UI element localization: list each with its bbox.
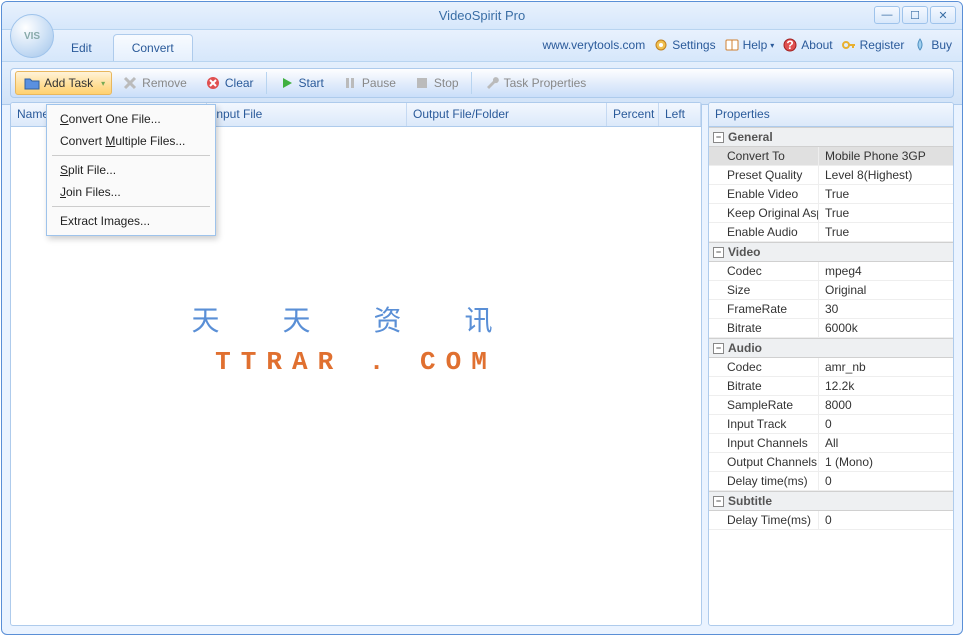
prop-audio-input-track[interactable]: Input Track0 [709, 415, 953, 434]
wrench-icon [484, 75, 500, 91]
col-input[interactable]: Input File [207, 103, 407, 126]
prop-keep-aspect[interactable]: Keep Original AspTrue [709, 204, 953, 223]
separator [471, 72, 472, 94]
properties-header: Properties [709, 103, 953, 127]
prop-enable-video[interactable]: Enable VideoTrue [709, 185, 953, 204]
maximize-button[interactable]: ☐ [902, 6, 928, 24]
close-button[interactable]: ✕ [930, 6, 956, 24]
toolbar: Add Task ▾ Remove Clear Start Pause [10, 68, 954, 98]
tab-convert[interactable]: Convert [113, 34, 193, 61]
x-icon [122, 75, 138, 91]
key-icon [841, 37, 857, 53]
col-output[interactable]: Output File/Folder [407, 103, 607, 126]
menu-split-file[interactable]: Split File... [50, 159, 212, 181]
folder-icon [24, 75, 40, 91]
app-orb-button[interactable]: VIS [10, 14, 54, 58]
collapse-icon[interactable]: − [713, 132, 724, 143]
drop-icon [912, 37, 928, 53]
clear-button[interactable]: Clear [197, 72, 262, 94]
separator [266, 72, 267, 94]
toolbar-area: Add Task ▾ Remove Clear Start Pause [2, 62, 962, 105]
col-left[interactable]: Left [659, 103, 701, 126]
remove-button[interactable]: Remove [114, 72, 195, 94]
task-properties-button[interactable]: Task Properties [476, 72, 595, 94]
minimize-button[interactable]: — [874, 6, 900, 24]
prop-video-framerate[interactable]: FrameRate30 [709, 300, 953, 319]
stop-icon [414, 75, 430, 91]
prop-video-size[interactable]: SizeOriginal [709, 281, 953, 300]
prop-audio-bitrate[interactable]: Bitrate12.2k [709, 377, 953, 396]
collapse-icon[interactable]: − [713, 496, 724, 507]
menu-join-files[interactable]: Join Files... [50, 181, 212, 203]
group-video[interactable]: −Video [709, 242, 953, 262]
prop-video-bitrate[interactable]: Bitrate6000k [709, 319, 953, 338]
clear-icon [205, 75, 221, 91]
collapse-icon[interactable]: − [713, 247, 724, 258]
prop-subtitle-delay[interactable]: Delay Time(ms)0 [709, 511, 953, 530]
watermark: 天 天 资 讯 TTRAR . COM [191, 299, 520, 377]
chevron-down-icon: ▾ [101, 79, 105, 88]
link-register[interactable]: Register [841, 37, 905, 53]
ribbon-tabs: VIS Edit Convert www.verytools.com Setti… [2, 30, 962, 62]
link-settings[interactable]: Settings [653, 37, 715, 53]
menu-convert-multiple[interactable]: Convert Multiple Files... [50, 130, 212, 152]
prop-enable-audio[interactable]: Enable AudioTrue [709, 223, 953, 242]
svg-text:?: ? [787, 38, 794, 52]
separator [52, 155, 210, 156]
prop-audio-codec[interactable]: Codecamr_nb [709, 358, 953, 377]
link-website[interactable]: www.verytools.com [543, 38, 646, 52]
stop-button[interactable]: Stop [406, 72, 467, 94]
properties-pane: Properties −General Convert ToMobile Pho… [708, 102, 954, 626]
link-about[interactable]: ? About [782, 37, 832, 53]
add-task-button[interactable]: Add Task ▾ [15, 71, 112, 95]
group-general[interactable]: −General [709, 127, 953, 147]
add-task-menu: Convert One File... Convert Multiple Fil… [46, 104, 216, 236]
prop-audio-input-channels[interactable]: Input ChannelsAll [709, 434, 953, 453]
prop-audio-delay[interactable]: Delay time(ms)0 [709, 472, 953, 491]
link-buy[interactable]: Buy [912, 37, 952, 53]
pause-button[interactable]: Pause [334, 72, 404, 94]
book-icon [724, 37, 740, 53]
prop-preset-quality[interactable]: Preset QualityLevel 8(Highest) [709, 166, 953, 185]
link-help[interactable]: Help ▾ [724, 37, 775, 53]
collapse-icon[interactable]: − [713, 343, 724, 354]
window-title: VideoSpirit Pro [2, 8, 962, 23]
pause-icon [342, 75, 358, 91]
titlebar: VideoSpirit Pro — ☐ ✕ [2, 2, 962, 30]
col-percent[interactable]: Percent [607, 103, 659, 126]
prop-audio-output-channels[interactable]: Output Channels1 (Mono) [709, 453, 953, 472]
play-icon [279, 75, 295, 91]
prop-video-codec[interactable]: Codecmpeg4 [709, 262, 953, 281]
tab-edit[interactable]: Edit [52, 34, 111, 61]
chevron-down-icon: ▾ [770, 41, 774, 50]
app-window: VideoSpirit Pro — ☐ ✕ VIS Edit Convert w… [1, 1, 963, 635]
gear-icon [653, 37, 669, 53]
group-subtitle[interactable]: −Subtitle [709, 491, 953, 511]
menu-extract-images[interactable]: Extract Images... [50, 210, 212, 232]
group-audio[interactable]: −Audio [709, 338, 953, 358]
top-links: www.verytools.com Settings Help ▾ ? Abou… [543, 37, 953, 53]
prop-convert-to[interactable]: Convert ToMobile Phone 3GP [709, 147, 953, 166]
prop-audio-samplerate[interactable]: SampleRate8000 [709, 396, 953, 415]
question-icon: ? [782, 37, 798, 53]
start-button[interactable]: Start [271, 72, 332, 94]
properties-body[interactable]: −General Convert ToMobile Phone 3GP Pres… [709, 127, 953, 625]
separator [52, 206, 210, 207]
menu-convert-one[interactable]: Convert One File... [50, 108, 212, 130]
